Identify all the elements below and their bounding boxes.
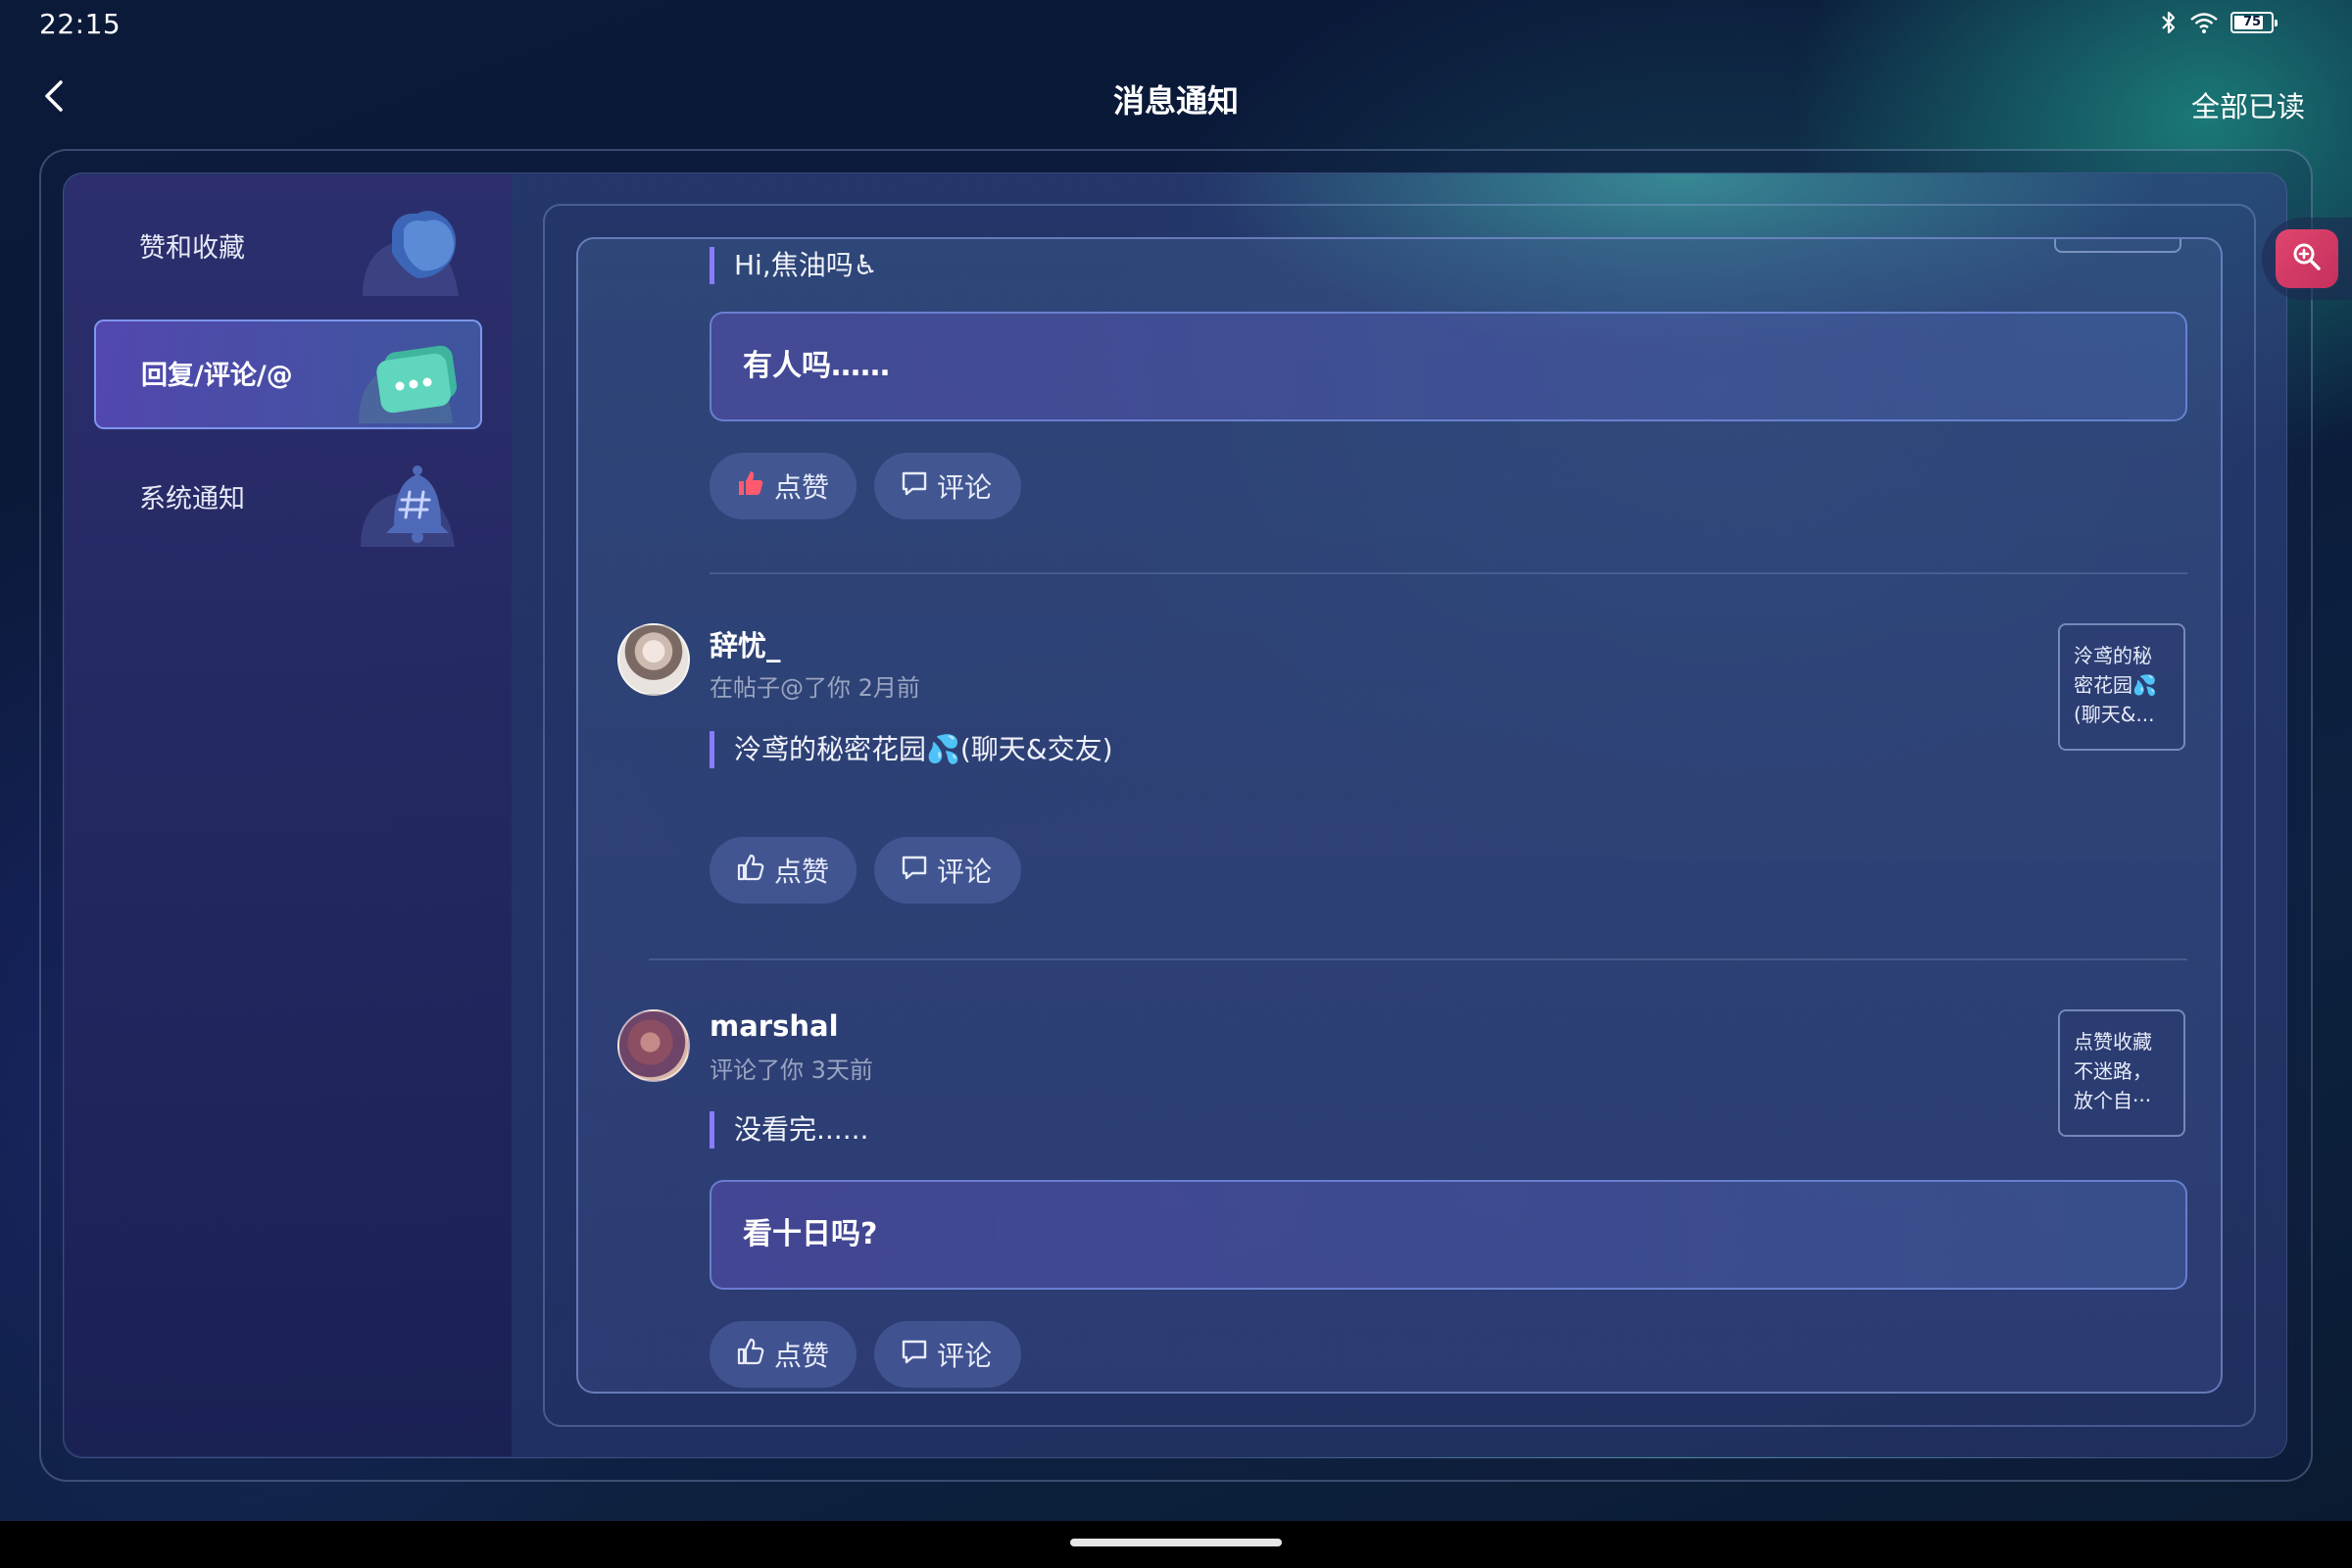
heart-bubble-icon (353, 202, 470, 296)
thumbs-up-icon (735, 1336, 766, 1374)
divider (649, 958, 2187, 960)
post-thumbnail-card[interactable]: 点赞收藏不迷路，放个自··· (2058, 1009, 2185, 1137)
battery-level: 75 (2242, 15, 2262, 29)
quoted-text: Hi,焦油吗♿ (710, 247, 878, 284)
comment-label: 评论 (937, 856, 993, 888)
sidebar-item-label: 赞和收藏 (139, 233, 245, 264)
quoted-text: 泠鸢的秘密花园💦(聊天&交友) (710, 731, 1113, 768)
message-meta: 评论了你 3天前 (710, 1056, 873, 1084)
comment-icon (900, 468, 929, 505)
quoted-text: 没看完...... (710, 1111, 868, 1149)
sidebar-item-system-notifications[interactable]: 系统通知 (94, 445, 482, 555)
floating-zoom-button[interactable] (2262, 218, 2352, 300)
notification-list[interactable]: Hi,焦油吗♿ 有人吗…… 点赞 评论 辞忧_ 在帖子@了你 2月前 泠鸢的秘密… (576, 237, 2223, 1394)
sidebar-item-replies-comments-mentions[interactable]: 回复/评论/@ (94, 319, 482, 429)
status-time: 22:15 (39, 8, 122, 40)
comment-icon (900, 1337, 929, 1373)
divider (710, 572, 2187, 574)
thumbnail-card-partial[interactable] (2054, 239, 2181, 253)
post-thumbnail-card[interactable]: 泠鸢的秘密花园💦(聊天&... (2058, 623, 2185, 751)
thumbs-up-icon (735, 852, 766, 890)
battery-icon: 75 (2230, 12, 2278, 33)
wifi-icon (2189, 11, 2219, 34)
avatar[interactable] (617, 623, 690, 696)
category-sidebar: 赞和收藏 回复/评论/@ 系统通知 (65, 174, 512, 1456)
avatar[interactable] (617, 1009, 690, 1082)
comment-label: 评论 (937, 471, 993, 504)
sidebar-item-label: 回复/评论/@ (141, 361, 293, 391)
like-label: 点赞 (774, 471, 830, 504)
thumbs-up-filled-icon (735, 467, 766, 506)
status-bar: 22:15 75 (0, 0, 2352, 51)
comment-icon (900, 853, 929, 889)
like-label: 点赞 (774, 856, 830, 888)
reply-content: 有人吗…… (710, 312, 2187, 421)
user-name[interactable]: marshal (710, 1009, 839, 1043)
like-button[interactable]: 点赞 (710, 453, 857, 519)
bluetooth-icon (2160, 10, 2178, 35)
status-icons: 75 (2160, 10, 2278, 35)
sidebar-item-likes-favorites[interactable]: 赞和收藏 (94, 194, 482, 304)
reply-content: 看十日吗? (710, 1180, 2187, 1290)
chat-bubble-icon (351, 329, 468, 423)
comment-button[interactable]: 评论 (874, 453, 1021, 519)
user-name[interactable]: 辞忧_ (710, 623, 781, 664)
zoom-in-icon (2290, 240, 2324, 277)
mark-all-read-button[interactable]: 全部已读 (2191, 84, 2305, 125)
like-label: 点赞 (774, 1340, 830, 1372)
like-button[interactable]: 点赞 (710, 837, 857, 904)
comment-label: 评论 (937, 1340, 993, 1372)
like-button[interactable]: 点赞 (710, 1321, 857, 1388)
comment-button[interactable]: 评论 (874, 837, 1021, 904)
home-indicator[interactable] (1070, 1539, 1282, 1546)
message-meta: 在帖子@了你 2月前 (710, 674, 920, 702)
sidebar-item-label: 系统通知 (139, 484, 245, 514)
bell-hash-icon (353, 453, 470, 547)
page-title: 消息通知 (1112, 82, 1239, 120)
comment-button[interactable]: 评论 (874, 1321, 1021, 1388)
